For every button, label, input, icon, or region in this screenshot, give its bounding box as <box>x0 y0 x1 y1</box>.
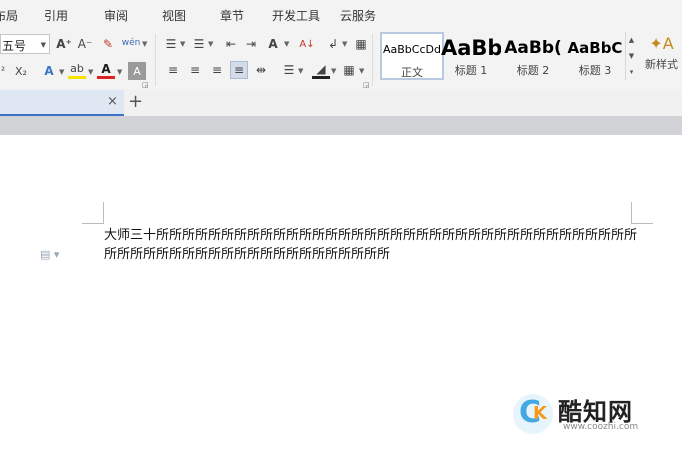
chevron-down-icon[interactable]: ▼ <box>142 40 147 48</box>
sort-icon[interactable]: A↓ <box>298 35 316 53</box>
scroll-down-icon[interactable]: ▼ <box>626 48 637 64</box>
expand-gallery-icon[interactable]: ▾ <box>626 64 637 80</box>
chevron-down-icon[interactable]: ▼ <box>180 40 185 48</box>
new-style-button[interactable]: ✦A 新样式 <box>641 32 682 72</box>
show-marks-icon[interactable]: ↲ <box>324 35 342 53</box>
subscript-icon[interactable]: X₂ <box>12 62 30 80</box>
chevron-down-icon[interactable]: ▼ <box>331 67 336 75</box>
font-grow-icon[interactable]: A⁺ <box>55 35 73 53</box>
highlight-icon[interactable]: ab <box>68 61 86 79</box>
chevron-down-icon[interactable]: ▼ <box>208 40 213 48</box>
separator <box>155 34 156 86</box>
watermark: C K 酷知网 www.coozhi.com <box>513 390 658 438</box>
new-tab-button[interactable]: + <box>128 91 144 112</box>
distribute-icon[interactable]: ⇹ <box>252 61 270 79</box>
chevron-down-icon[interactable]: ▼ <box>59 68 64 76</box>
style-label: 标题 1 <box>454 64 488 77</box>
style-heading-3[interactable]: AaBbC 标题 3 <box>565 32 625 80</box>
clear-format-icon[interactable]: ✎ <box>99 35 117 53</box>
chevron-down-icon[interactable]: ▼ <box>284 40 289 48</box>
paragraph-menu-icon[interactable]: ▤ ▾ <box>40 248 59 261</box>
paragraph-dialog-launcher-icon[interactable]: ◲ <box>363 81 370 89</box>
document-body-text[interactable]: 大师三十所所所所所所所所所所所所所所所所所所所所所所所所所所所所所所所所所所所所… <box>104 226 644 264</box>
justify-icon[interactable]: ≡ <box>230 61 248 79</box>
font-size-select[interactable]: 五号 ▼ <box>0 34 50 54</box>
borders-icon[interactable]: ▦ <box>340 61 358 79</box>
align-left-icon[interactable]: ≡ <box>164 61 182 79</box>
page-gap <box>0 116 682 135</box>
table-icon[interactable]: ▦ <box>352 35 370 53</box>
shading-icon[interactable]: ◢ <box>312 61 330 79</box>
tab-view[interactable]: 视图 <box>162 7 186 24</box>
separator <box>372 34 373 86</box>
watermark-url: www.coozhi.com <box>563 422 639 432</box>
tab-references[interactable]: 引用 <box>44 7 68 24</box>
style-heading-1[interactable]: AaBb 标题 1 <box>441 32 501 80</box>
line-spacing-icon[interactable]: ☰ <box>280 61 298 79</box>
superscript-icon[interactable]: ² <box>0 62 12 80</box>
new-style-label: 新样式 <box>645 58 678 71</box>
style-label: 标题 2 <box>516 64 550 77</box>
bullets-icon[interactable]: ☰ <box>162 35 180 53</box>
close-icon[interactable]: × <box>107 94 118 109</box>
pinyin-guide-icon[interactable]: wén <box>122 34 141 52</box>
scroll-up-icon[interactable]: ▲ <box>626 32 637 48</box>
style-gallery-scroll[interactable]: ▲ ▼ ▾ <box>625 32 637 80</box>
tab-review[interactable]: 审阅 <box>104 7 128 24</box>
style-preview: AaBbCcDd <box>383 43 441 56</box>
chevron-down-icon[interactable]: ▼ <box>117 68 122 76</box>
align-right-icon[interactable]: ≡ <box>208 61 226 79</box>
menu-bar: 布局 引用 审阅 视图 章节 开发工具 云服务 <box>0 0 682 30</box>
font-color-icon[interactable]: A <box>97 61 115 79</box>
logo-k: K <box>533 403 547 424</box>
style-normal[interactable]: AaBbCcDd 正文 <box>380 32 444 80</box>
style-gallery: AaBbCcDd 正文 AaBb 标题 1 AaBb( 标题 2 AaBbC 标… <box>377 32 637 82</box>
font-size-value: 五号 <box>2 39 27 53</box>
style-heading-2[interactable]: AaBb( 标题 2 <box>503 32 563 80</box>
font-shrink-icon[interactable]: A⁻ <box>76 35 94 53</box>
style-preview: AaBb( <box>504 38 562 58</box>
style-preview: AaBbC <box>567 39 623 57</box>
chevron-down-icon[interactable]: ▼ <box>298 67 303 75</box>
decrease-indent-icon[interactable]: ⇤ <box>222 35 240 53</box>
new-style-icon: ✦A <box>649 34 674 53</box>
document-tab[interactable]: × <box>0 90 124 116</box>
align-center-icon[interactable]: ≡ <box>186 61 204 79</box>
chevron-down-icon: ▼ <box>40 41 46 49</box>
margin-corner-top-left <box>82 202 104 224</box>
tab-developer-tools[interactable]: 开发工具 <box>272 7 320 24</box>
text-effect-icon[interactable]: A <box>40 62 58 80</box>
chinese-layout-icon[interactable]: A <box>264 35 282 53</box>
coozhi-logo-icon: C K <box>513 394 553 434</box>
tab-cloud-services[interactable]: 云服务 <box>340 7 376 24</box>
style-label: 标题 3 <box>578 64 612 77</box>
chevron-down-icon[interactable]: ▼ <box>88 68 93 76</box>
character-shading-icon[interactable]: A <box>128 62 146 80</box>
style-preview: AaBb <box>441 36 501 60</box>
tab-chapter[interactable]: 章节 <box>220 7 244 24</box>
font-dialog-launcher-icon[interactable]: ◲ <box>142 81 149 89</box>
chevron-down-icon[interactable]: ▼ <box>342 40 347 48</box>
style-label: 正文 <box>401 66 423 79</box>
tab-layout[interactable]: 布局 <box>0 7 18 24</box>
chevron-down-icon[interactable]: ▼ <box>359 67 364 75</box>
margin-corner-top-right <box>631 202 653 224</box>
increase-indent-icon[interactable]: ⇥ <box>242 35 260 53</box>
document-tab-strip: × + <box>0 90 682 116</box>
numbering-icon[interactable]: ☰ <box>190 35 208 53</box>
